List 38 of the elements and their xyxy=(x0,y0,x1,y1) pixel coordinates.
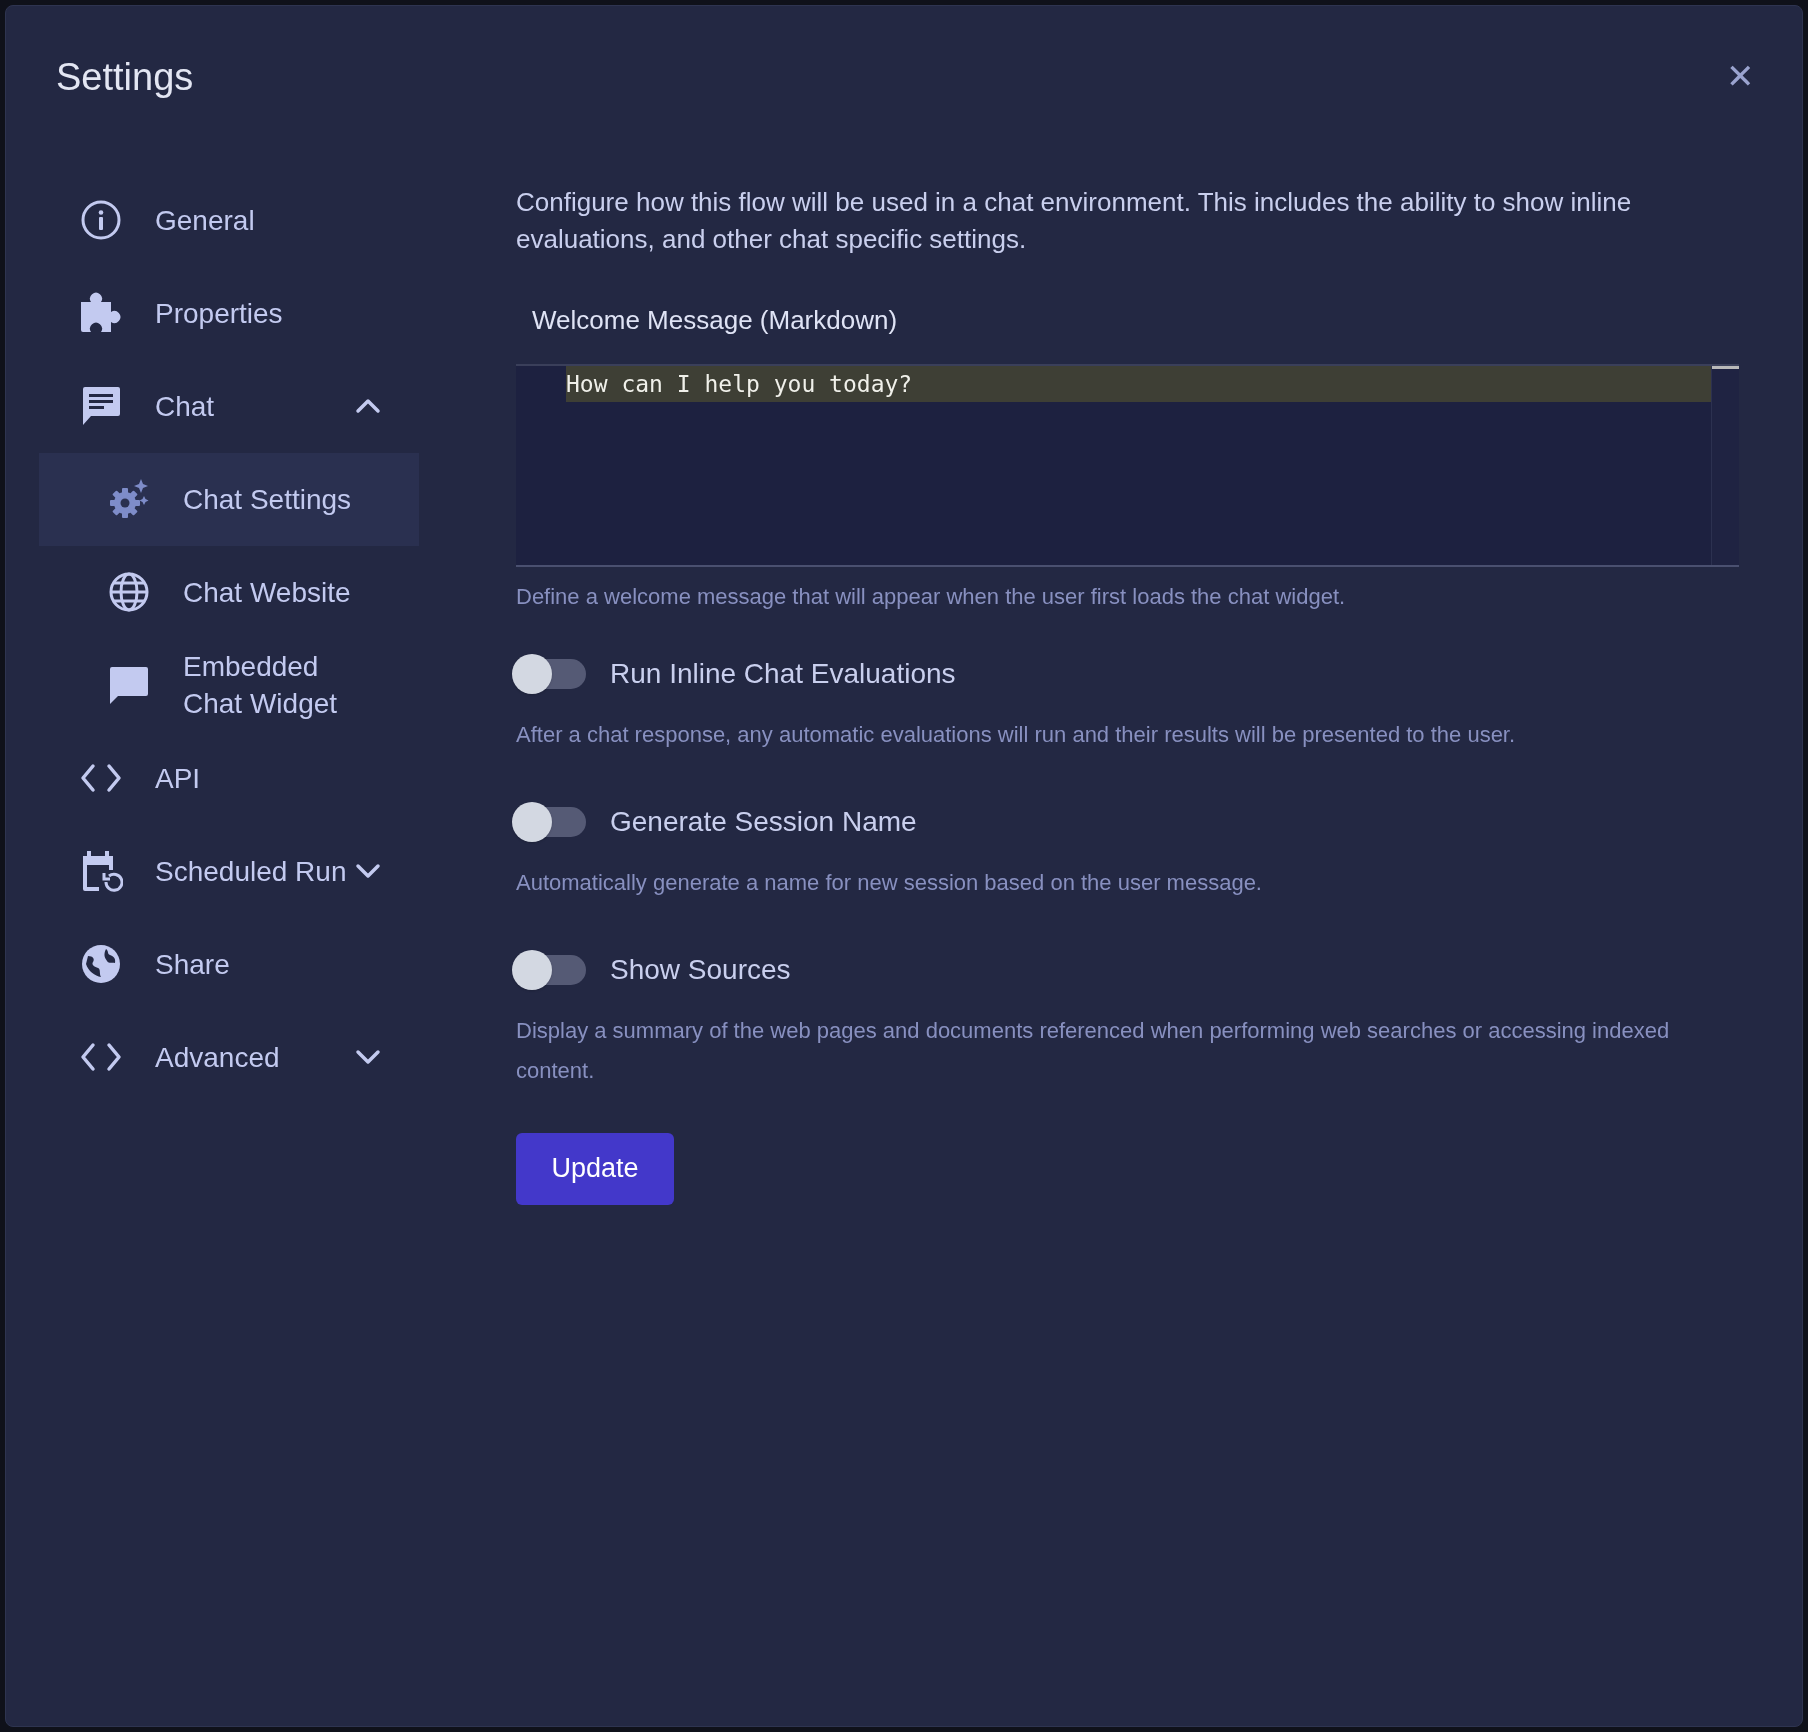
sidebar-item[interactable]: Embedded Chat Widget xyxy=(39,638,419,732)
earth-icon xyxy=(80,943,122,985)
sidebar-item[interactable]: API xyxy=(39,731,419,825)
chat-message-icon xyxy=(80,385,122,427)
field-label: Welcome Message (Markdown) xyxy=(532,303,898,337)
sidebar-item[interactable]: Properties xyxy=(39,266,419,360)
toggle-switch[interactable] xyxy=(512,652,586,695)
info-icon xyxy=(81,200,121,240)
sidebar-item[interactable]: General xyxy=(39,173,419,267)
gear-sparkle-icon xyxy=(107,478,151,520)
toggle-switch[interactable] xyxy=(512,800,586,843)
chat-bubble-icon xyxy=(108,664,150,706)
chevron-down-icon xyxy=(355,1049,381,1065)
help-text: Automatically generate a name for new session based on the user message. xyxy=(516,868,1263,897)
toggle-label: Generate Session Name xyxy=(610,805,917,839)
sidebar-item[interactable]: Chat xyxy=(39,359,419,453)
help-text: Define a welcome message that will appear when the user first loads the chat widget. xyxy=(516,582,1347,611)
sidebar-item[interactable]: Chat Settings xyxy=(39,452,419,546)
toggle-label: Show Sources xyxy=(610,953,791,987)
toggle-switch[interactable] xyxy=(512,948,586,991)
update-button[interactable]: Update xyxy=(516,1132,674,1205)
puzzle-piece-icon xyxy=(79,292,123,334)
code-icon xyxy=(80,1042,122,1072)
dialog-title: Settings xyxy=(56,55,194,100)
chevron-up-icon xyxy=(355,398,381,414)
sidebar-item[interactable]: Share xyxy=(39,917,419,1011)
markdown-editor[interactable]: How can I help you today? xyxy=(516,363,1739,567)
chevron-down-icon xyxy=(355,863,381,879)
sidebar-item[interactable]: Scheduled Run xyxy=(39,824,419,918)
sidebar-item[interactable]: Chat Website xyxy=(39,545,419,639)
globe-icon xyxy=(108,571,150,613)
help-text: Display a summary of the web pages and documents referenced when performing web searches or accessing indexed content. xyxy=(516,1016,1671,1085)
close-button[interactable]: ✕ xyxy=(1718,54,1762,98)
help-text: After a chat response, any automatic evaluations will run and their results will be presented to the user. xyxy=(516,720,1517,749)
code-icon xyxy=(80,763,122,793)
sidebar-item[interactable]: Advanced xyxy=(39,1010,419,1104)
toggle-label: Run Inline Chat Evaluations xyxy=(610,657,956,691)
description-text: Configure how this flow will be used in a chat environment. This includes the ability to show inline evaluations, and other chat specific settings. xyxy=(516,185,1633,256)
